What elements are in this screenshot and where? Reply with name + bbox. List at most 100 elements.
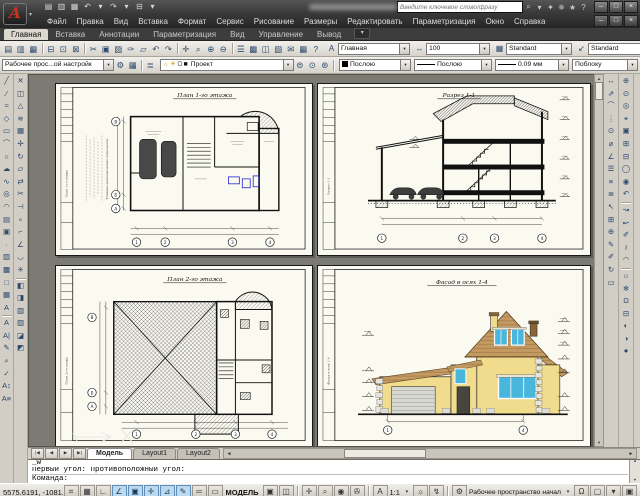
dropdown-arrow-icon[interactable]: ▾ [400, 42, 410, 55]
dropdown-arrow-icon[interactable]: ▾ [559, 59, 569, 71]
dropdown-arrow-icon[interactable]: ▾ [628, 59, 638, 71]
layer-lock-icon[interactable]: Ω [177, 61, 182, 68]
ducs-toggle[interactable]: ⊿ [159, 485, 175, 496]
spline-edit-icon[interactable]: ↜ [620, 217, 632, 230]
help-icon[interactable]: ? [310, 43, 323, 55]
menu-file[interactable]: Файл [42, 17, 72, 26]
dropdown-arrow-icon[interactable]: ▾ [563, 489, 573, 495]
zoom-icon[interactable]: ⌕ [317, 485, 333, 496]
arc-icon[interactable]: ⌒ [1, 138, 13, 151]
menu-insert[interactable]: Вставка [133, 17, 173, 26]
dropdown-arrow-icon[interactable]: ▾ [482, 59, 492, 71]
edit-text-icon[interactable]: ✎ [1, 342, 13, 355]
quickcalc-icon[interactable]: ▦ [297, 43, 310, 55]
tab-output[interactable]: Вывод [310, 29, 348, 40]
ellipse-icon[interactable]: ◎ [1, 188, 13, 201]
layer-current-icon[interactable]: ● [620, 345, 632, 358]
zoom-previous-icon[interactable]: ↶ [620, 188, 632, 201]
scale-icon[interactable]: ▱ [15, 163, 27, 176]
redo-icon[interactable]: ↷ [162, 43, 175, 55]
polygon-icon[interactable]: ◇ [1, 113, 13, 126]
dim-update-icon[interactable]: ↻ [605, 264, 617, 277]
dim-ordinate-icon[interactable]: ⋮ [605, 113, 617, 126]
qat-new-icon[interactable]: ▤ [42, 1, 55, 13]
menu-view[interactable]: Вид [109, 17, 133, 26]
zoom-object-icon[interactable]: ▣ [620, 125, 632, 138]
dim-linear-icon[interactable]: ↔ [605, 75, 617, 88]
osnap-toggle[interactable]: ▣ [127, 485, 143, 496]
polar-toggle[interactable]: ∠ [111, 485, 127, 496]
dropdown-arrow-icon[interactable]: ▾ [104, 59, 114, 71]
dropdown-arrow-icon[interactable]: ▾ [401, 59, 411, 71]
pedit-icon[interactable]: ↝ [620, 204, 632, 217]
layer-match-icon[interactable]: ◐ [620, 320, 632, 333]
point-icon[interactable]: · [1, 239, 13, 252]
command-prompt[interactable]: Команда: [32, 474, 628, 483]
canvas-vertical-scrollbar[interactable]: ▲ ▼ [594, 74, 604, 447]
zoom-previous-icon[interactable]: ⊖ [217, 43, 230, 55]
search-arrow-icon[interactable]: ▾ [534, 3, 545, 12]
menu-parametric[interactable]: Параметризация [408, 17, 481, 26]
save-icon[interactable]: ▦ [27, 43, 40, 55]
close-button[interactable]: × [624, 1, 638, 13]
annotation-visibility-icon[interactable]: ☼ [412, 485, 428, 496]
maximize-button[interactable]: □ [609, 1, 623, 13]
layer-freeze-icon[interactable]: ☀ [170, 61, 176, 68]
dim-edit-icon[interactable]: ✎ [605, 239, 617, 252]
circle-icon[interactable]: ○ [1, 151, 13, 164]
draworder-under-icon[interactable]: ▨ [15, 317, 27, 330]
menu-tools[interactable]: Сервис [211, 17, 248, 26]
key-icon[interactable]: ✦ [545, 3, 556, 12]
publish-icon[interactable]: ⊠ [70, 43, 83, 55]
layer-off-icon[interactable]: ⊟ [620, 308, 632, 321]
undo-icon[interactable]: ↶ [150, 43, 163, 55]
dim-style-icon[interactable]: ▭ [605, 277, 617, 290]
dim-angular-icon[interactable]: ∠ [605, 151, 617, 164]
rectangle-icon[interactable]: ▭ [1, 125, 13, 138]
scroll-down-icon[interactable]: ▼ [597, 439, 601, 446]
qp-toggle[interactable]: ▭ [207, 485, 223, 496]
hatch-edit-icon[interactable]: ✐ [620, 229, 632, 242]
clean-screen-icon[interactable]: ▣ [622, 485, 637, 496]
zoom-out-icon[interactable]: ⊟ [620, 151, 632, 164]
dim-continue-icon[interactable]: ≣ [605, 188, 617, 201]
layer-freeze-tool-icon[interactable]: ❄ [620, 283, 632, 296]
qat-undo-arrow-icon[interactable]: ▾ [94, 1, 107, 13]
make-block-icon[interactable]: ▣ [1, 226, 13, 239]
qat-plot-icon[interactable]: ⊟ [133, 1, 146, 13]
snap-toggle[interactable]: ⌗ [63, 485, 79, 496]
tab-model[interactable]: Модель [87, 448, 133, 459]
designcenter-icon[interactable]: ▩ [247, 43, 260, 55]
tool-palettes-icon[interactable]: ◫ [260, 43, 273, 55]
isolate-objects-icon[interactable]: ◪ [15, 330, 27, 343]
ellipse-arc-icon[interactable]: ◠ [1, 201, 13, 214]
doc-restore-button[interactable]: □ [609, 15, 623, 27]
cut-icon[interactable]: ✂ [87, 43, 100, 55]
tab-annotate[interactable]: Аннотации [92, 29, 146, 40]
dropdown-arrow-icon[interactable]: ▾ [283, 59, 294, 71]
join-icon[interactable]: ⌐ [15, 226, 27, 239]
draworder-back-icon[interactable]: ◨ [15, 292, 27, 305]
tab-last-icon[interactable]: ▶| [73, 448, 86, 459]
arc-edit-icon[interactable]: ◠ [620, 254, 632, 267]
canvas-horizontal-scrollbar[interactable]: ◄ ► [222, 448, 637, 459]
tab-view[interactable]: Вид [223, 29, 251, 40]
pan-icon[interactable]: ✛ [180, 43, 193, 55]
layer-previous-icon[interactable]: ⊜ [294, 59, 307, 71]
annotation-scale-icon[interactable]: A [372, 485, 388, 496]
steering-wheel-icon[interactable]: ◉ [333, 485, 349, 496]
explode-icon[interactable]: ✳ [15, 264, 27, 277]
block-editor-icon[interactable]: ▱ [137, 43, 150, 55]
model-space-button[interactable]: МОДЕЛЬ [226, 488, 259, 496]
workspace-settings-icon[interactable]: ⚙ [114, 59, 127, 71]
search-input[interactable] [397, 1, 523, 13]
dim-baseline-icon[interactable]: ≡ [605, 176, 617, 189]
help-icon[interactable]: ? [578, 3, 589, 12]
lineweight-value[interactable]: 0.09 мм [495, 59, 559, 71]
table-style-value[interactable]: Standard [506, 42, 562, 55]
layer-properties-icon[interactable]: ≣ [144, 59, 157, 71]
tab-first-icon[interactable]: |◀ [31, 448, 44, 459]
qat-open-icon[interactable]: ▥ [55, 1, 68, 13]
curve-icon[interactable]: ≀ [620, 242, 632, 255]
dim-text-edit-icon[interactable]: ✐ [605, 251, 617, 264]
